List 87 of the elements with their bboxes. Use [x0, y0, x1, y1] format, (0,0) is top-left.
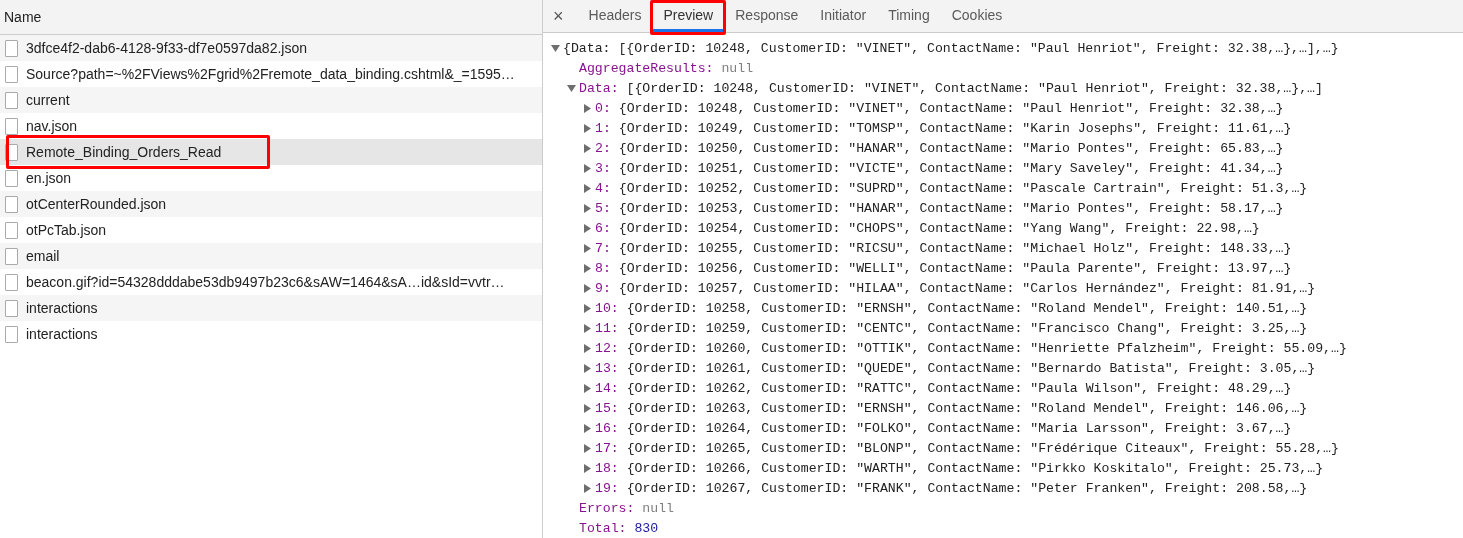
expanded-arrow-icon[interactable] — [551, 43, 560, 53]
property-value: [{OrderID: 10248, CustomerID: "VINET", ContactName: "Paul Henriot", Freight: 32.38,…},…] — [626, 80, 1323, 96]
property-value: {OrderID: 10266, CustomerID: "WARTH", ContactName: "Pirkko Koskitalo", Freight: 25.73,…} — [626, 460, 1324, 476]
property-key: AggregateResults: — [579, 60, 714, 76]
property-key: 19: — [595, 480, 619, 496]
property-value: {OrderID: 10258, CustomerID: "ERNSH", ContactName: "Roland Mendel", Freight: 140.51,…} — [626, 300, 1308, 316]
property-value: {OrderID: 10255, CustomerID: "RICSU", ContactName: "Michael Holz", Freight: 148.33,…} — [618, 240, 1292, 256]
file-icon — [5, 221, 18, 239]
request-row[interactable]: email — [0, 243, 542, 269]
property-key: 2: — [595, 140, 611, 156]
column-header: Name — [4, 9, 42, 25]
property-key: 13: — [595, 360, 619, 376]
property-value: {OrderID: 10260, CustomerID: "OTTIK", ContactName: "Henriette Pfalzheim", Freight: 55.09,…} — [626, 340, 1347, 356]
property-key: 4: — [595, 180, 611, 196]
request-name: Source?path=~%2FViews%2Fgrid%2Fremote_data_binding.cshtml&_=1595… — [26, 66, 515, 82]
property-value: {OrderID: 10252, CustomerID: "SUPRD", ContactName: "Pascale Cartrain", Freight: 51.3,…} — [618, 180, 1308, 196]
file-icon — [5, 65, 18, 83]
request-row[interactable]: otCenterRounded.json — [0, 191, 542, 217]
property-key: 5: — [595, 200, 611, 216]
object-summary: {Data: [{OrderID: 10248, CustomerID: "VINET", ContactName: "Paul Henriot", Freight: 32.38,…},…],…} — [563, 40, 1339, 56]
file-icon — [5, 195, 18, 213]
request-name: nav.json — [26, 118, 78, 134]
request-name: 3dfce4f2-dab6-4128-9f33-df7e0597da82.json — [26, 40, 307, 56]
property-value: {OrderID: 10259, CustomerID: "CENTC", ContactName: "Francisco Chang", Freight: 3.25,…} — [626, 320, 1308, 336]
request-name: Remote_Binding_Orders_Read — [26, 144, 222, 160]
property-value: {OrderID: 10262, CustomerID: "RATTC", ContactName: "Paula Wilson", Freight: 48.29,…} — [626, 380, 1292, 396]
property-value: {OrderID: 10264, CustomerID: "FOLKO", ContactName: "Maria Larsson", Freight: 3.67,…} — [626, 420, 1292, 436]
property-key: 0: — [595, 100, 611, 116]
file-icon — [5, 169, 18, 187]
property-value: {OrderID: 10263, CustomerID: "ERNSH", ContactName: "Roland Mendel", Freight: 146.06,…} — [626, 400, 1308, 416]
request-name: otPcTab.json — [26, 222, 107, 238]
property-key: 1: — [595, 120, 611, 136]
file-icon — [5, 247, 18, 265]
file-icon — [5, 39, 18, 57]
property-key: 12: — [595, 340, 619, 356]
property-value: {OrderID: 10250, CustomerID: "HANAR", ContactName: "Mario Pontes", Freight: 65.83,…} — [618, 140, 1284, 156]
close-icon[interactable]: × — [551, 0, 578, 32]
property-value: null — [642, 500, 674, 516]
property-key: 15: — [595, 400, 619, 416]
property-key: Data: — [579, 80, 619, 96]
request-name: current — [26, 92, 70, 108]
property-key: 11: — [595, 320, 619, 336]
file-icon — [5, 91, 18, 109]
property-value: {OrderID: 10249, CustomerID: "TOMSP", ContactName: "Karin Josephs", Freight: 11.61,…} — [618, 120, 1292, 136]
request-row[interactable]: 3dfce4f2-dab6-4128-9f33-df7e0597da82.json — [0, 35, 542, 61]
tab[interactable]: Timing — [877, 0, 941, 32]
property-key: Errors: — [579, 500, 635, 516]
request-name: interactions — [26, 300, 98, 316]
file-icon — [5, 325, 18, 343]
property-value: null — [721, 60, 754, 76]
property-key: 6: — [595, 220, 611, 236]
request-row[interactable]: current — [0, 87, 542, 113]
property-value: {OrderID: 10267, CustomerID: "FRANK", ContactName: "Peter Franken", Freight: 208.58,…} — [626, 480, 1308, 496]
property-key: Total: — [579, 520, 627, 536]
property-key: 10: — [595, 300, 619, 316]
property-value: {OrderID: 10257, CustomerID: "HILAA", ContactName: "Carlos Hernández", Freight: 81.91,…} — [618, 280, 1316, 296]
property-key: 18: — [595, 460, 619, 476]
property-key: 3: — [595, 160, 611, 176]
tab[interactable]: Initiator — [809, 0, 878, 32]
property-value: {OrderID: 10256, CustomerID: "WELLI", ContactName: "Paula Parente", Freight: 13.97,…} — [618, 260, 1292, 276]
property-value: {OrderID: 10248, CustomerID: "VINET", ContactName: "Paul Henriot", Freight: 32.38,…} — [618, 100, 1284, 116]
file-icon — [5, 117, 18, 135]
property-key: 17: — [595, 440, 619, 456]
property-key: 14: — [595, 380, 619, 396]
tab[interactable]: Response — [724, 0, 810, 32]
request-name: otCenterRounded.json — [26, 196, 167, 212]
property-key: 8: — [595, 260, 611, 276]
file-icon — [5, 299, 18, 317]
property-value: {OrderID: 10261, CustomerID: "QUEDE", ContactName: "Bernardo Batista", Freight: 3.05,…} — [626, 360, 1316, 376]
request-row[interactable]: interactions — [0, 295, 542, 321]
property-key: 9: — [595, 280, 611, 296]
property-key: 7: — [595, 240, 611, 256]
property-value: {OrderID: 10253, CustomerID: "HANAR", ContactName: "Mario Pontes", Freight: 58.17,…} — [618, 200, 1284, 216]
property-value: {OrderID: 10265, CustomerID: "BLONP", ContactName: "Frédérique Citeaux", Freight: 55.28,…} — [626, 440, 1339, 456]
expanded-arrow-icon[interactable] — [567, 83, 576, 93]
tab[interactable]: Preview — [652, 0, 725, 32]
request-name: email — [26, 248, 60, 264]
request-name: beacon.gif?id=54328dddabe53db9497b23c6&sAW=1464&sA…id&sId=vvtr… — [26, 274, 505, 290]
property-value: {OrderID: 10251, CustomerID: "VICTE", ContactName: "Mary Saveley", Freight: 41.34,…} — [618, 160, 1284, 176]
property-value: {OrderID: 10254, CustomerID: "CHOPS", ContactName: "Yang Wang", Freight: 22.98,…} — [618, 220, 1260, 236]
file-icon — [5, 273, 18, 291]
property-value: 830 — [634, 520, 659, 536]
request-name: interactions — [26, 326, 98, 342]
request-name: en.json — [26, 170, 72, 186]
tab[interactable]: Cookies — [940, 0, 1014, 32]
tab[interactable]: Headers — [577, 0, 653, 32]
property-key: 16: — [595, 420, 619, 436]
